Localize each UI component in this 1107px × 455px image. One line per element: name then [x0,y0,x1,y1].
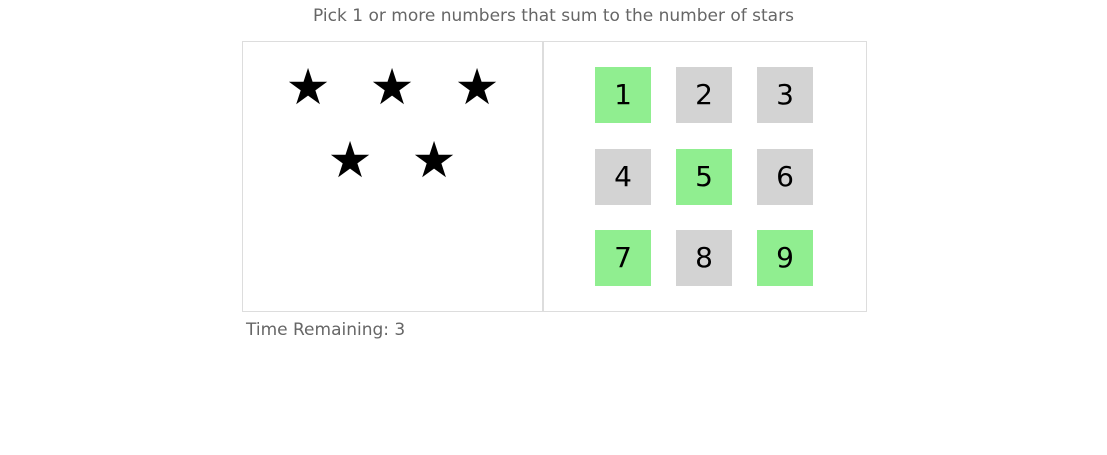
number-button-7[interactable]: 7 [595,230,651,286]
number-button-1[interactable]: 1 [595,67,651,123]
game-board: ★ ★ ★ ★ ★ 123 456 789 [242,41,867,312]
number-button-8[interactable]: 8 [676,230,732,286]
star-icon: ★ [369,58,415,116]
number-button-2[interactable]: 2 [676,67,732,123]
number-button-3[interactable]: 3 [757,67,813,123]
number-button-9[interactable]: 9 [757,230,813,286]
number-button-4[interactable]: 4 [595,148,651,205]
star-icon: ★ [327,131,373,189]
divider [542,42,544,311]
star-icon: ★ [411,131,457,189]
star-icon: ★ [285,58,331,116]
star-icon: ★ [454,58,500,116]
number-button-5[interactable]: 5 [676,148,732,205]
time-remaining: Time Remaining: 3 [246,320,406,340]
number-button-6[interactable]: 6 [757,148,813,205]
help-text: Pick 1 or more numbers that sum to the n… [313,6,794,26]
